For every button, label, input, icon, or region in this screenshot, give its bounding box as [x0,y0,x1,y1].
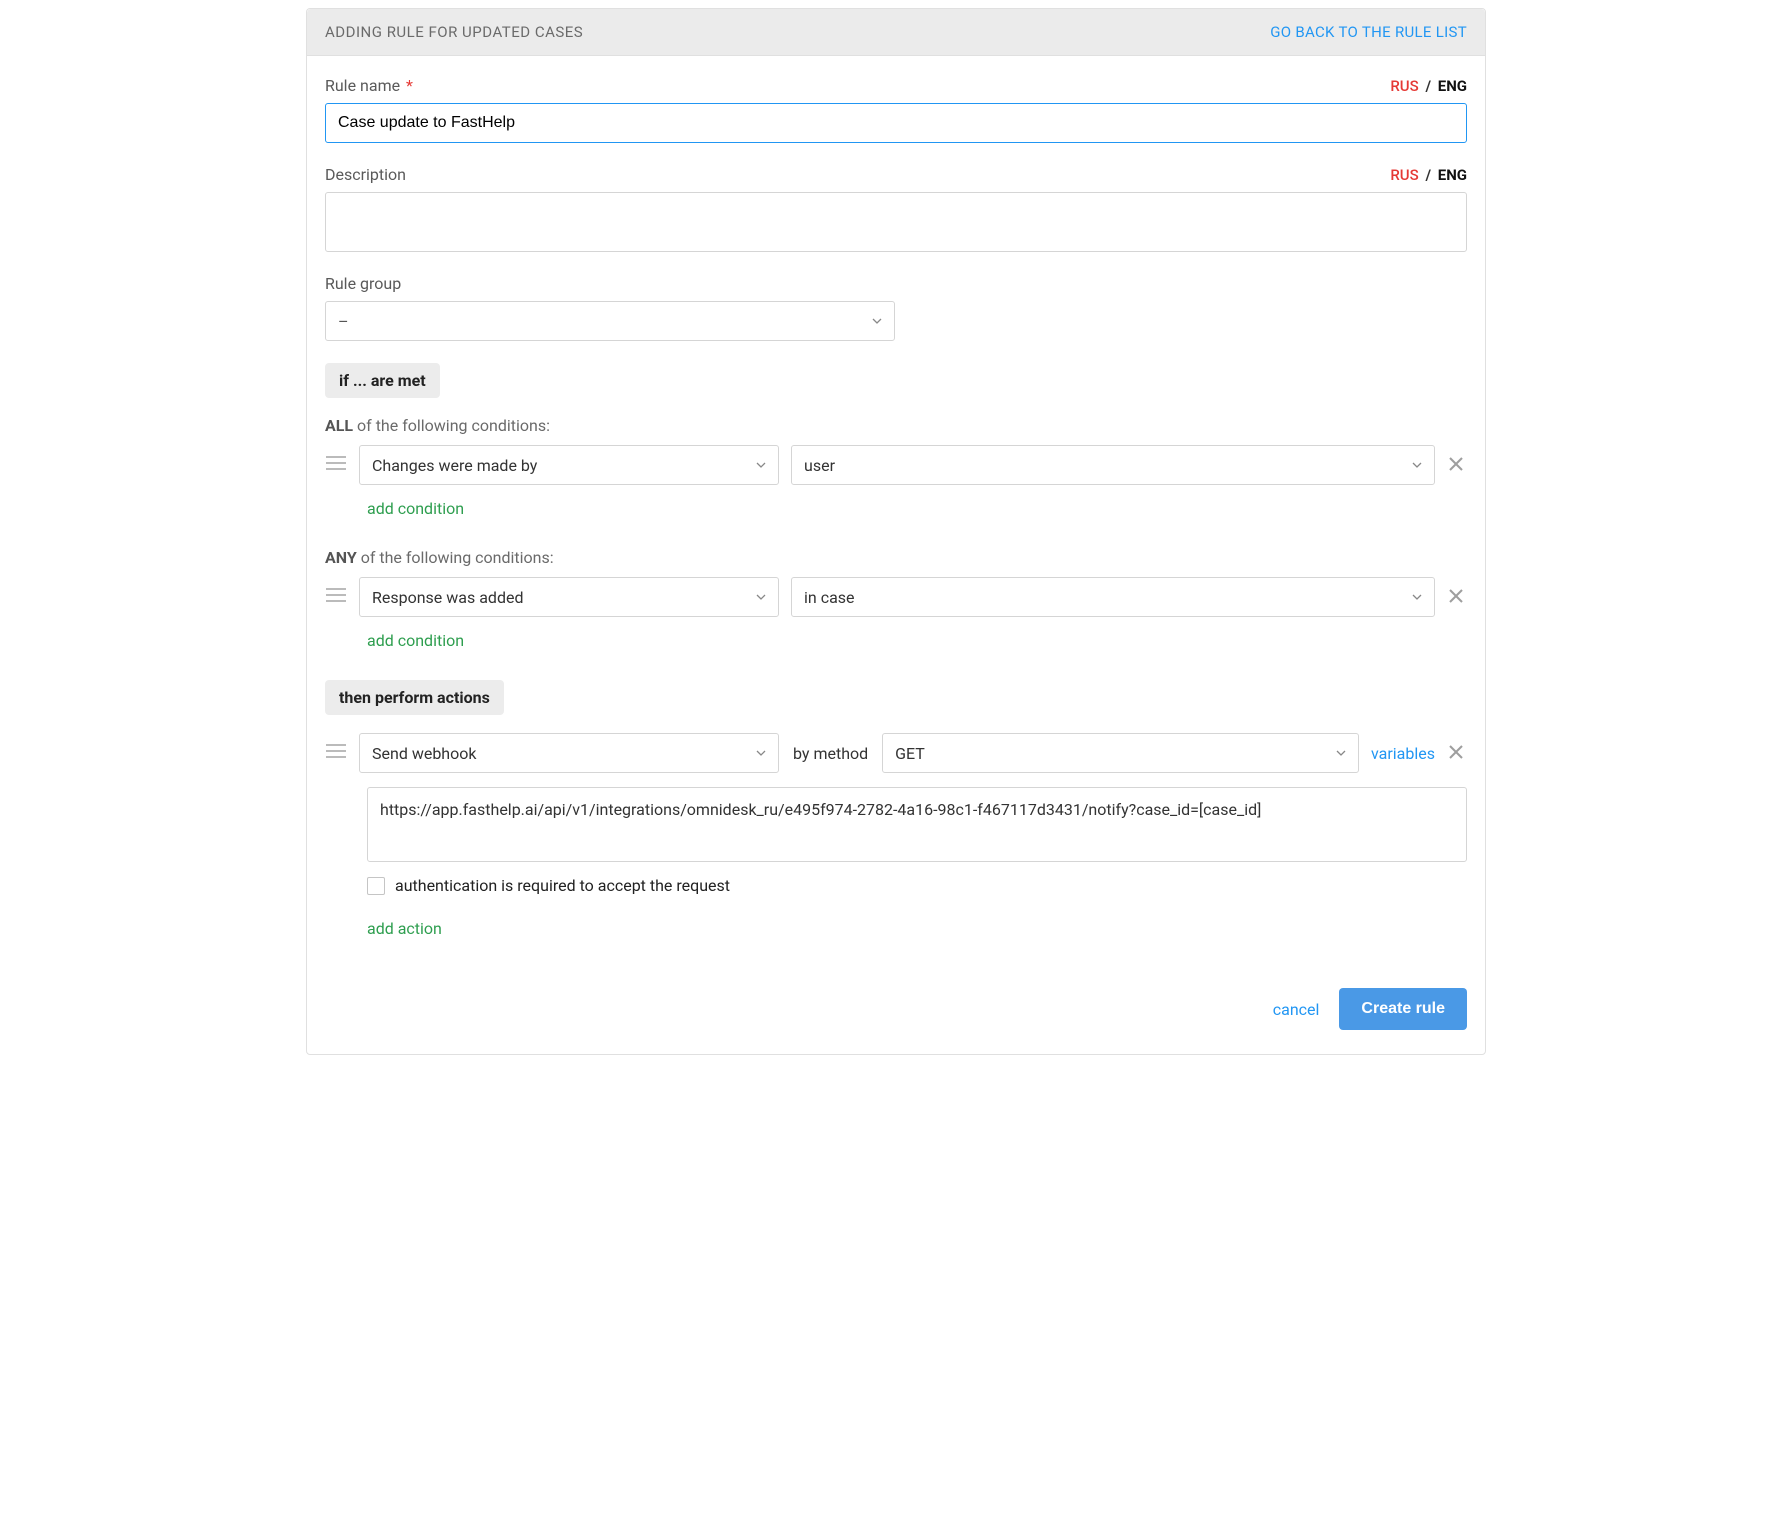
rule-group-label: Rule group [325,274,401,293]
condition-value: user [804,456,835,475]
auth-required-checkbox[interactable] [367,877,385,895]
condition-field-value: Response was added [372,588,523,607]
rule-name-row: Rule name * RUS / ENG [325,76,1467,143]
add-condition-link-all[interactable]: add condition [367,499,464,518]
condition-field-select[interactable]: Response was added [359,577,779,617]
chevron-down-icon [756,748,766,758]
variables-link[interactable]: variables [1371,744,1435,763]
chevron-down-icon [756,592,766,602]
condition-row: Response was added in case [325,577,1467,617]
rule-group-row: Rule group – [325,274,1467,341]
by-method-label: by method [791,744,870,763]
lang-rus-button[interactable]: RUS [1390,77,1418,95]
action-row: Send webhook by method GET variables [325,733,1467,773]
lang-separator-desc: / [1425,166,1431,184]
chevron-down-icon [872,316,882,326]
cancel-button[interactable]: cancel [1273,1000,1320,1019]
rule-editor-panel: ADDING RULE FOR UPDATED CASES GO BACK TO… [306,8,1486,1055]
description-label: Description [325,165,406,184]
add-condition-link-any[interactable]: add condition [367,631,464,650]
condition-value-select[interactable]: in case [791,577,1435,617]
back-to-list-link[interactable]: GO BACK TO THE RULE LIST [1270,23,1467,41]
remove-condition-button[interactable] [1447,455,1467,475]
method-select[interactable]: GET [882,733,1359,773]
form-body: Rule name * RUS / ENG Description RUS / … [307,56,1485,1054]
all-conditions-label: ALL of the following conditions: [325,416,1467,435]
lang-separator: / [1425,77,1431,95]
rule-name-label: Rule name [325,76,400,95]
then-section-chip: then perform actions [325,680,504,715]
condition-field-select[interactable]: Changes were made by [359,445,779,485]
lang-eng-button[interactable]: ENG [1438,77,1467,95]
rule-group-value: – [338,312,349,331]
required-star-icon: * [406,76,413,95]
condition-value-select[interactable]: user [791,445,1435,485]
footer-actions: cancel Create rule [325,968,1467,1030]
drag-handle-icon[interactable] [325,454,347,476]
auth-required-label: authentication is required to accept the… [395,876,730,895]
description-row: Description RUS / ENG [325,165,1467,252]
chevron-down-icon [756,460,766,470]
lang-switch: RUS / ENG [1390,77,1467,95]
panel-title: ADDING RULE FOR UPDATED CASES [325,23,583,41]
auth-required-row: authentication is required to accept the… [367,876,1467,895]
condition-field-value: Changes were made by [372,456,537,475]
lang-rus-button-desc[interactable]: RUS [1390,166,1418,184]
all-conditions-group: ALL of the following conditions: Changes… [325,416,1467,528]
drag-handle-icon[interactable] [325,742,347,764]
any-conditions-label: ANY of the following conditions: [325,548,1467,567]
chevron-down-icon [1412,460,1422,470]
condition-row: Changes were made by user [325,445,1467,485]
action-type-value: Send webhook [372,744,476,763]
if-section-chip: if ... are met [325,363,440,398]
lang-switch-desc: RUS / ENG [1390,166,1467,184]
chevron-down-icon [1336,748,1346,758]
create-rule-button[interactable]: Create rule [1339,988,1467,1030]
rule-name-input[interactable] [325,103,1467,143]
remove-action-button[interactable] [1447,743,1467,763]
lang-eng-button-desc[interactable]: ENG [1438,166,1467,184]
rule-group-select[interactable]: – [325,301,895,341]
remove-condition-button[interactable] [1447,587,1467,607]
any-conditions-group: ANY of the following conditions: Respons… [325,548,1467,660]
chevron-down-icon [1412,592,1422,602]
drag-handle-icon[interactable] [325,586,347,608]
description-input[interactable] [325,192,1467,252]
actions-group: Send webhook by method GET variables [325,733,1467,948]
method-value: GET [895,744,925,763]
panel-header: ADDING RULE FOR UPDATED CASES GO BACK TO… [307,9,1485,56]
condition-value: in case [804,588,855,607]
webhook-url-input[interactable]: https://app.fasthelp.ai/api/v1/integrati… [367,787,1467,862]
add-action-link[interactable]: add action [367,919,442,938]
action-type-select[interactable]: Send webhook [359,733,779,773]
